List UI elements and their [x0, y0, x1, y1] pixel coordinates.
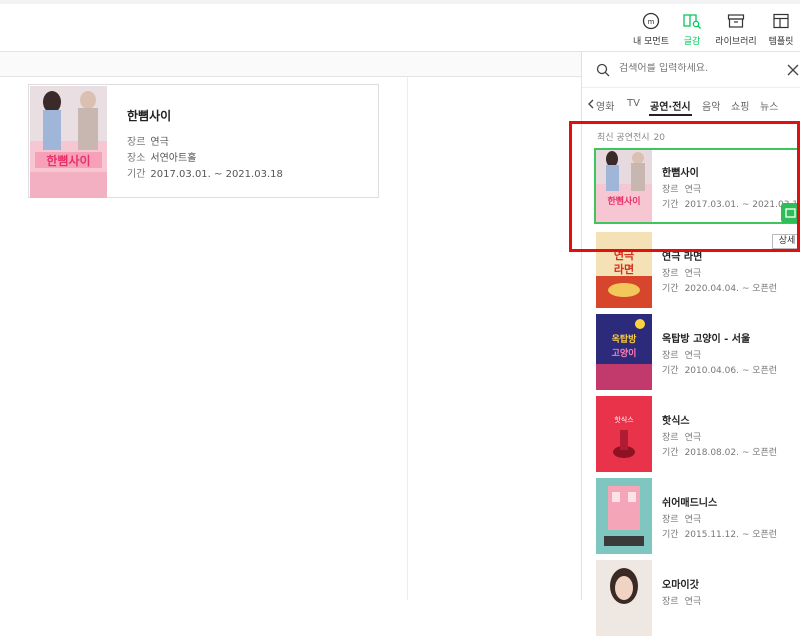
list-item[interactable]: 쉬어매드니스 장르 연극 기간 2015.11.12. ~ 오픈런: [596, 478, 800, 556]
svg-text:고양이: 고양이: [612, 347, 637, 359]
card-place-value: 서연아트홀: [150, 153, 197, 164]
item-genre-label: 장르: [662, 351, 679, 361]
item-title: 오마이갓: [662, 580, 699, 591]
toolbar-label: 라이브러리: [715, 37, 757, 47]
book-search-icon: [683, 14, 701, 29]
item-genre-label: 장르: [662, 515, 679, 525]
card-title: 한뼘사이: [127, 109, 172, 123]
item-genre-value: 연극: [684, 269, 702, 279]
search-input[interactable]: [619, 63, 769, 74]
tab-movie[interactable]: 영화: [596, 98, 614, 113]
inserted-performance-card[interactable]: 한뼘사이 한뼘사이 장르 연극 장소 서연아트홀 기간 2017.03.01. ~ 2…: [28, 84, 379, 198]
item-genre-label: 장르: [662, 269, 679, 279]
card-period-row: 기간 2017.03.01. ~ 2021.03.18: [127, 165, 283, 180]
panel-search-bar: [582, 52, 800, 88]
tab-tv[interactable]: TV: [627, 98, 640, 109]
list-item[interactable]: 오마이갓 장르 연극: [596, 560, 800, 638]
card-genre-row: 장르 연극: [127, 133, 169, 148]
item-genre-label: 장르: [662, 597, 679, 607]
moment-icon: m: [642, 12, 660, 30]
item-period-value: 2015.11.12. ~ 오픈런: [684, 530, 778, 540]
poster-thumbnail: [596, 560, 652, 636]
close-icon[interactable]: [786, 63, 800, 77]
item-genre-row: 장르 연극: [662, 266, 701, 279]
item-genre-value: 연극: [684, 433, 702, 443]
item-genre-row: 장르 연극: [662, 348, 701, 361]
svg-text:한뼘사이: 한뼘사이: [46, 153, 90, 168]
item-genre-value: 연극: [684, 351, 702, 361]
svg-text:라면: 라면: [614, 262, 634, 276]
item-period-label: 기간: [662, 448, 679, 458]
item-period-label: 기간: [662, 530, 679, 540]
item-title: 옥탑방 고양이 - 서울: [662, 334, 751, 345]
svg-text:핫식스: 핫식스: [614, 415, 634, 424]
item-genre-row: 장르 연극: [662, 594, 701, 607]
chevron-left-icon[interactable]: [587, 99, 595, 109]
item-period-value: 2010.04.06. ~ 오픈런: [684, 366, 778, 376]
archive-icon: [727, 14, 745, 28]
card-place-row: 장소 서연아트홀: [127, 149, 196, 164]
tab-music[interactable]: 음악: [702, 98, 720, 113]
list-item[interactable]: 옥탑방 고양이 옥탑방 고양이 - 서울 장르 연극 기간 2010.04.06. …: [596, 314, 800, 392]
card-period-value: 2017.03.01. ~ 2021.03.18: [150, 169, 283, 180]
item-period-value: 2020.04.04. ~ 오픈런: [684, 284, 778, 294]
svg-text:옥탑방: 옥탑방: [612, 333, 638, 345]
item-period-row: 기간 2015.11.12. ~ 오픈런: [662, 527, 777, 540]
item-genre-value: 연극: [684, 515, 702, 525]
tab-performance[interactable]: 공연·전시: [650, 98, 691, 113]
item-period-value: 2018.08.02. ~ 오픈런: [684, 448, 778, 458]
toolbar-label: 템플릿: [768, 37, 794, 47]
svg-text:m: m: [648, 18, 655, 26]
tab-shopping[interactable]: 쇼핑: [731, 98, 749, 113]
item-title: 쉬어매드니스: [662, 498, 718, 509]
toolbar-my-moment-button[interactable]: m 내 모먼트: [632, 12, 670, 47]
item-genre-value: 연극: [684, 597, 702, 607]
item-period-row: 기간 2018.08.02. ~ 오픈런: [662, 445, 777, 458]
toolbar-label: 내 모먼트: [633, 37, 669, 47]
item-genre-label: 장르: [662, 433, 679, 443]
item-genre-row: 장르 연극: [662, 512, 701, 525]
editor-toolbar-strip: [0, 52, 581, 77]
card-period-label: 기간: [127, 169, 146, 180]
card-genre-label: 장르: [127, 137, 146, 148]
item-period-label: 기간: [662, 284, 679, 294]
search-icon: [596, 63, 610, 77]
toolbar-template-button[interactable]: 템플릿: [766, 12, 796, 47]
card-poster-image: 한뼘사이: [30, 86, 107, 198]
editor-divider: [407, 77, 408, 600]
poster-thumbnail: 옥탑방 고양이: [596, 314, 652, 390]
poster-thumbnail: 핫식스: [596, 396, 652, 472]
toolbar-material-button[interactable]: 글감: [678, 12, 706, 47]
item-period-row: 기간 2020.04.04. ~ 오픈런: [662, 281, 777, 294]
toolbar-label: 글감: [683, 37, 701, 47]
poster-thumbnail: [596, 478, 652, 554]
list-item[interactable]: 핫식스 핫식스 장르 연극 기간 2018.08.02. ~ 오픈런: [596, 396, 800, 474]
item-genre-row: 장르 연극: [662, 430, 701, 443]
toolbar-library-button[interactable]: 라이브러리: [713, 12, 759, 47]
template-icon: [773, 13, 789, 29]
card-place-label: 장소: [127, 153, 146, 164]
category-tabs: 영화 TV 공연·전시 음악 쇼핑 뉴스: [582, 92, 800, 118]
item-period-row: 기간 2010.04.06. ~ 오픈런: [662, 363, 777, 376]
item-period-label: 기간: [662, 366, 679, 376]
top-toolbar: m 내 모먼트 글감 라이브러리 템플릿: [0, 0, 800, 52]
item-title: 핫식스: [662, 416, 690, 427]
tab-news[interactable]: 뉴스: [760, 98, 778, 113]
active-tab-indicator: [649, 114, 692, 116]
card-genre-value: 연극: [150, 137, 169, 148]
highlight-annotation-box: [569, 121, 800, 252]
